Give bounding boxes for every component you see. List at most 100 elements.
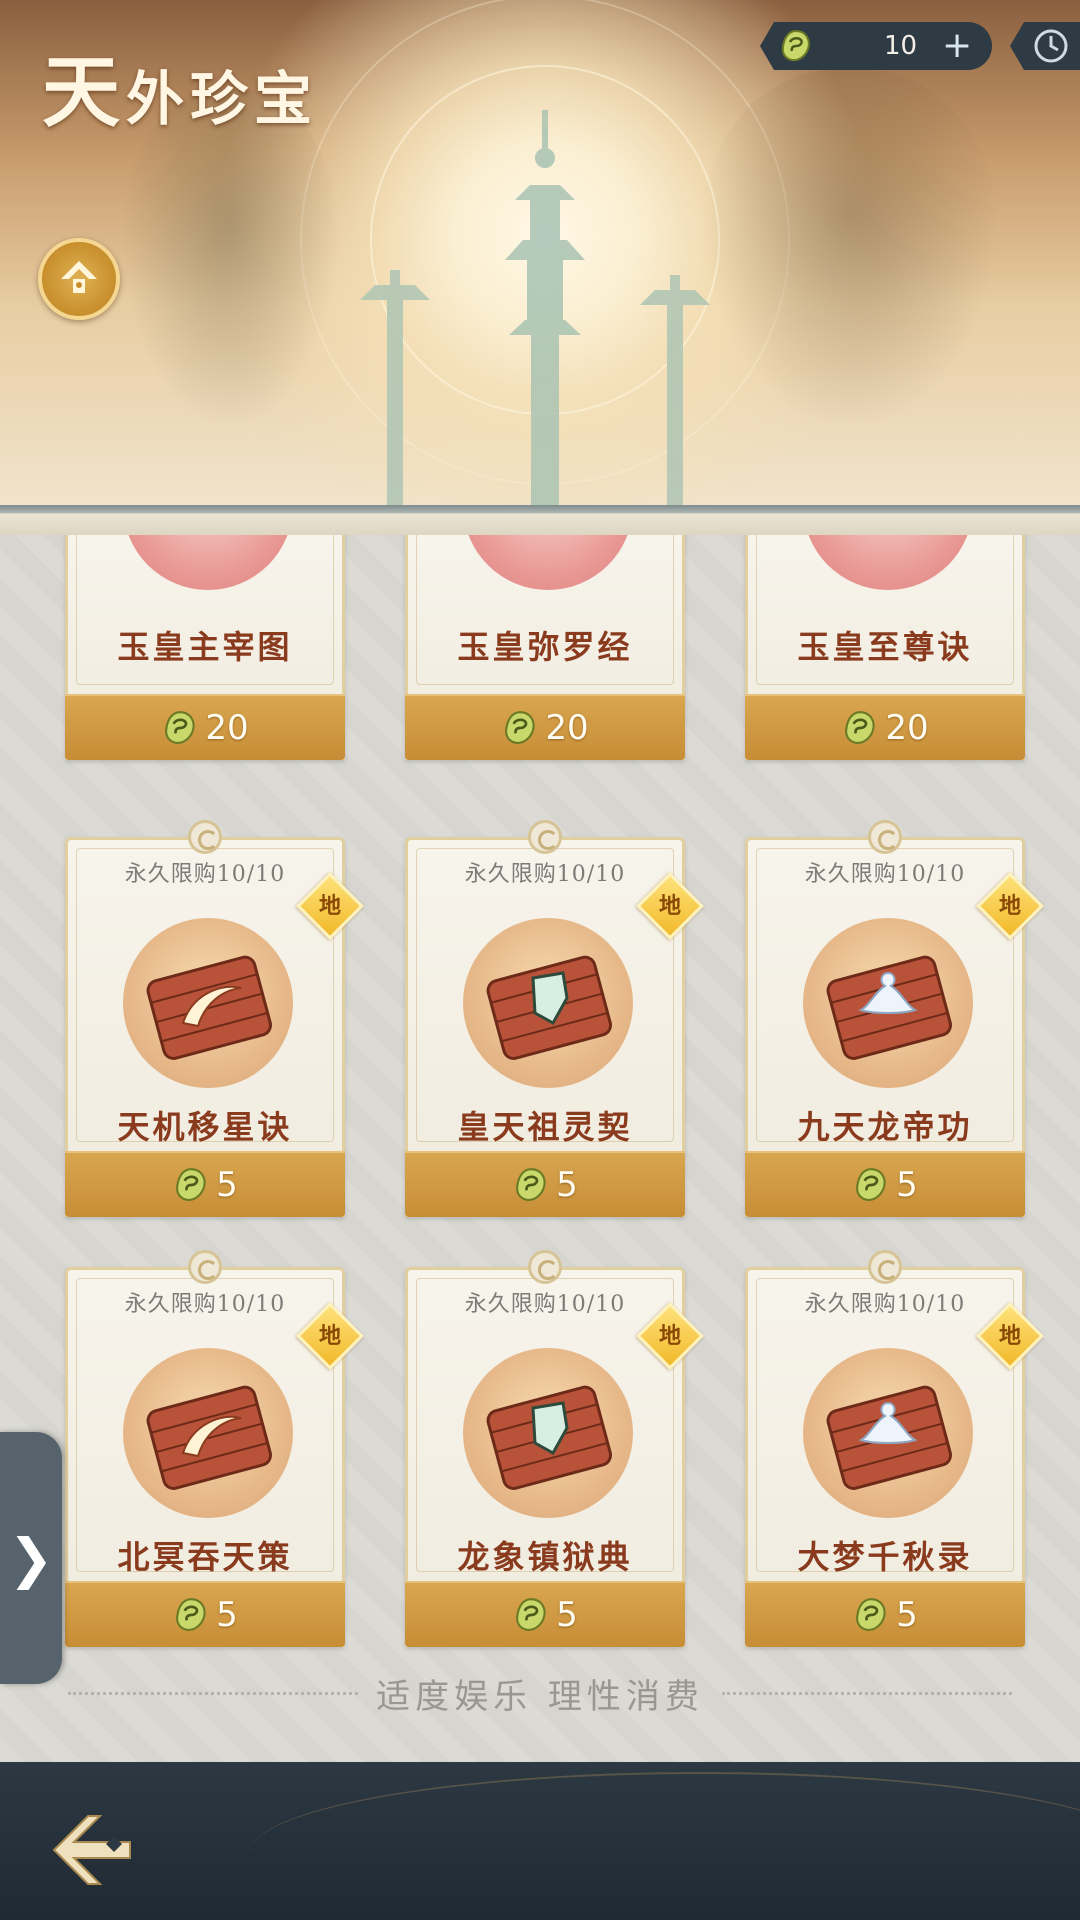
history-button[interactable] (1010, 22, 1080, 70)
item-price: 5 (216, 1595, 238, 1635)
home-button[interactable] (38, 238, 120, 320)
card-ornament (188, 820, 222, 854)
item-name: 大梦千秋录 (797, 1538, 973, 1576)
chevron-right-icon: ❯ (8, 1526, 54, 1590)
shop-item-card[interactable]: 永久限购10/10 地 北冥吞天策 5 (65, 1250, 364, 1647)
purchase-limit-text: 永久限购10/10 (804, 862, 966, 887)
grade-badge-label: 地 (658, 1323, 681, 1349)
item-grid[interactable]: 玉皇主宰图 20 玉皇弥罗经 20 玉皇至尊诀 20 永久限购10/10 地 天… (0, 535, 1080, 1765)
item-price: 5 (896, 1595, 918, 1635)
item-price: 5 (216, 1165, 238, 1205)
item-scroll-image (463, 535, 633, 590)
buy-price-button[interactable]: 5 (65, 1151, 345, 1217)
buy-price-button[interactable]: 20 (65, 694, 345, 760)
item-scroll-image (123, 535, 293, 590)
item-name: 龙象镇狱典 (457, 1538, 633, 1576)
grade-badge-label: 地 (318, 893, 341, 919)
scroll-bundle-icon (486, 955, 613, 1060)
shop-item-card[interactable]: 永久限购10/10 地 大梦千秋录 5 (745, 1250, 1044, 1647)
item-price: 5 (896, 1165, 918, 1205)
buy-price-button[interactable]: 20 (405, 694, 685, 760)
dotted-divider (68, 1691, 359, 1695)
card-ornament (188, 1250, 222, 1284)
item-scroll-image (123, 918, 293, 1088)
purchase-limit-text: 永久限购10/10 (464, 1292, 626, 1317)
back-arrow-icon (52, 1815, 131, 1885)
pillar-left-illustration (360, 270, 430, 510)
item-scroll-image (803, 918, 973, 1088)
banner-divider (0, 505, 1080, 535)
clock-icon (1034, 29, 1068, 63)
jade-gem-icon (176, 1598, 206, 1631)
shop-banner: 天外珍宝 10 + (0, 0, 1080, 510)
item-name: 玉皇弥罗经 (457, 628, 633, 666)
shop-item-card[interactable]: 永久限购10/10 地 皇天祖灵契 5 (405, 820, 704, 1217)
card-ornament (868, 820, 902, 854)
purchase-limit-text: 永久限购10/10 (124, 862, 286, 887)
buy-price-button[interactable]: 5 (405, 1151, 685, 1217)
grade-badge-label: 地 (998, 893, 1021, 919)
item-scroll-image (803, 1348, 973, 1518)
scroll-bundle-icon (146, 1385, 273, 1490)
scroll-bundle-icon (826, 1385, 953, 1490)
shop-item-card[interactable]: 永久限购10/10 地 龙象镇狱典 5 (405, 1250, 704, 1647)
jade-gem-icon (516, 1168, 546, 1201)
card-ornament (528, 820, 562, 854)
buy-price-button[interactable]: 20 (745, 694, 1025, 760)
jade-gem-icon (781, 29, 810, 62)
add-currency-button[interactable]: + (942, 28, 972, 64)
purchase-limit-text: 永久限购10/10 (464, 862, 626, 887)
item-name: 九天龙帝功 (797, 1108, 973, 1146)
jade-gem-icon (505, 711, 535, 744)
item-name: 玉皇至尊诀 (797, 628, 973, 666)
buy-price-button[interactable]: 5 (745, 1581, 1025, 1647)
jade-gem-icon (856, 1598, 886, 1631)
item-scroll-image (123, 1348, 293, 1518)
jade-gem-icon (165, 711, 195, 744)
purchase-limit-text: 永久限购10/10 (124, 1292, 286, 1317)
item-name: 北冥吞天策 (117, 1538, 293, 1576)
page-title-first-char: 天 (42, 47, 127, 138)
item-name: 天机移星诀 (117, 1108, 293, 1146)
shop-item-card[interactable]: 永久限购10/10 地 天机移星诀 5 (65, 820, 364, 1217)
scroll-bundle-icon (486, 1385, 613, 1490)
item-name: 玉皇主宰图 (117, 628, 293, 666)
purchase-limit-text: 永久限购10/10 (804, 1292, 966, 1317)
grade-badge-label: 地 (998, 1323, 1021, 1349)
card-ornament (528, 1250, 562, 1284)
shop-item-card[interactable]: 玉皇至尊诀 20 (745, 535, 1025, 760)
grade-badge-label: 地 (658, 893, 681, 919)
buy-price-button[interactable]: 5 (745, 1151, 1025, 1217)
side-drawer-toggle[interactable]: ❯ (0, 1432, 62, 1684)
jade-gem-icon (516, 1598, 546, 1631)
item-scroll-image (463, 918, 633, 1088)
pillar-right-illustration (640, 275, 710, 510)
responsible-gaming-notice: 适度娱乐 理性消费 (0, 1668, 1080, 1718)
shop-item-card[interactable]: 玉皇主宰图 20 (65, 535, 345, 760)
buy-price-button[interactable]: 5 (65, 1581, 345, 1647)
item-name: 皇天祖灵契 (457, 1108, 633, 1146)
buy-price-button[interactable]: 5 (405, 1581, 685, 1647)
home-icon (61, 261, 97, 293)
bottom-nav-bar (0, 1762, 1080, 1920)
banner-figure-right (700, 70, 1000, 430)
currency-display: 10 + (760, 22, 992, 70)
item-price: 20 (205, 708, 249, 748)
pagoda-illustration (505, 110, 585, 510)
shop-item-card[interactable]: 永久限购10/10 地 九天龙帝功 5 (745, 820, 1044, 1217)
back-button[interactable] (44, 1802, 140, 1898)
shop-item-card[interactable]: 玉皇弥罗经 20 (405, 535, 685, 760)
jade-gem-icon (856, 1168, 886, 1201)
page-title-rest: 外珍宝 (126, 65, 319, 133)
grade-badge-label: 地 (318, 1323, 341, 1349)
item-price: 20 (545, 708, 589, 748)
scroll-bundle-icon (826, 955, 953, 1060)
notice-text: 适度娱乐 理性消费 (376, 1676, 704, 1717)
page-title: 天外珍宝 (42, 30, 318, 142)
jade-gem-icon (176, 1168, 206, 1201)
item-price: 5 (556, 1595, 578, 1635)
item-scroll-image (803, 535, 973, 590)
currency-amount: 10 (884, 31, 918, 61)
dotted-divider (721, 1691, 1012, 1695)
jade-gem-icon (845, 711, 875, 744)
